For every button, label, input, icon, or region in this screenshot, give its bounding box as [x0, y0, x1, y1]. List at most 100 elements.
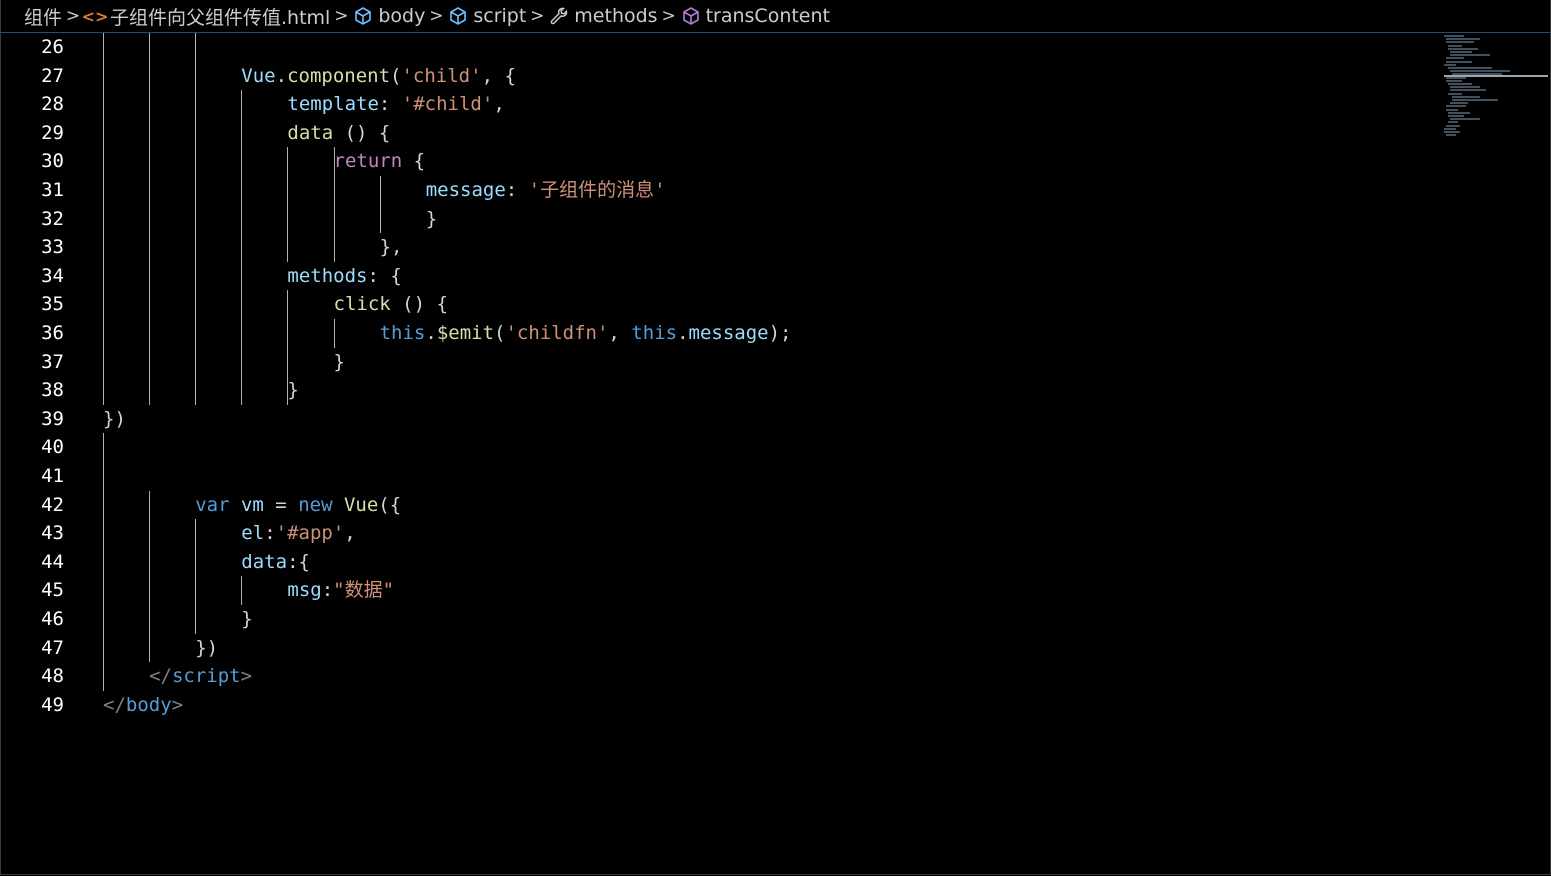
breadcrumb-label: 组件	[24, 6, 63, 29]
line-number: 42	[41, 493, 64, 516]
indent-guide	[287, 290, 289, 405]
code-line[interactable]: }	[287, 376, 298, 405]
code-token: click	[333, 293, 391, 316]
code-token: return	[333, 150, 403, 173]
breadcrumb-item[interactable]: body	[352, 5, 425, 27]
code-line[interactable]: message: '子组件的消息'	[426, 176, 666, 205]
breadcrumb-item[interactable]: transContent	[680, 5, 830, 27]
minimap-line	[1450, 89, 1486, 92]
minimap-line	[1448, 92, 1462, 95]
line-number: 38	[41, 379, 64, 402]
minimap-line	[1446, 41, 1474, 44]
code-token: );	[768, 322, 792, 344]
code-token: </	[149, 665, 172, 688]
code-token: template	[287, 93, 379, 116]
breadcrumb-label: methods	[574, 5, 658, 27]
minimap[interactable]	[1440, 33, 1551, 153]
minimap-line	[1446, 105, 1466, 108]
chevron-right-icon: >	[429, 6, 444, 26]
minimap-line	[1446, 76, 1466, 79]
line-number: 27	[41, 64, 64, 87]
code-line[interactable]: return {	[334, 147, 426, 176]
breadcrumb-item[interactable]: <> 子组件向父组件传值.html	[82, 3, 331, 30]
line-number: 39	[41, 407, 64, 430]
indent-guide	[103, 33, 104, 405]
code-line[interactable]: }	[426, 205, 437, 234]
minimap-line	[1450, 86, 1480, 89]
code-token: 'childfn'	[505, 322, 609, 344]
code-token: }	[241, 608, 253, 630]
code-line[interactable]: methods: {	[287, 262, 401, 291]
minimap-line	[1452, 73, 1502, 76]
code-token: 'child'	[401, 64, 482, 87]
line-number: 44	[41, 550, 64, 573]
line-number: 47	[41, 636, 64, 659]
line-number: 49	[41, 693, 64, 716]
code-token: Vue	[343, 493, 379, 516]
code-token: '子组件的消息'	[528, 179, 666, 201]
code-line[interactable]: }	[334, 348, 345, 377]
minimap-line	[1446, 57, 1464, 60]
chevron-right-icon: >	[65, 6, 81, 26]
code-token: message	[425, 179, 506, 201]
indent-guide	[241, 90, 243, 405]
indent-guide	[103, 433, 104, 691]
breadcrumb-item[interactable]: 组件	[24, 3, 62, 30]
code-token: new	[298, 493, 333, 516]
code-line[interactable]: click () {	[334, 290, 448, 319]
chevron-right-icon: >	[334, 6, 349, 26]
code-token: >	[171, 693, 184, 716]
code-line[interactable]: msg:"数据"	[287, 576, 394, 605]
code-line[interactable]: Vue.component('child', {	[241, 62, 516, 91]
code-line[interactable]: })	[103, 405, 126, 434]
code-token: :	[264, 522, 276, 545]
minimap-line	[1450, 54, 1490, 57]
code-line[interactable]: </script>	[149, 662, 252, 691]
minimap-line	[1446, 60, 1472, 63]
code-line[interactable]: data:{	[241, 548, 310, 577]
code-line[interactable]: template: '#child',	[287, 90, 504, 119]
minimap-line	[1452, 95, 1480, 98]
breadcrumb-item[interactable]: methods	[548, 5, 658, 27]
code-token: () {	[390, 293, 448, 316]
indent-guide	[333, 147, 335, 262]
line-number: 34	[41, 264, 64, 287]
minimap-line	[1448, 47, 1478, 50]
code-token: '#child'	[401, 93, 494, 116]
code-line[interactable]: </body>	[103, 691, 183, 720]
code-token: (	[494, 322, 506, 344]
code-token: }	[425, 207, 438, 230]
code-token: msg	[287, 579, 322, 602]
code-editor[interactable]: 26 27 Vue.component('child', {28 template: …	[0, 33, 1440, 876]
breadcrumb: 组件 > <> 子组件向父组件传值.html > body > script > methods >…	[0, 0, 1551, 33]
code-line[interactable]: data () {	[287, 119, 390, 148]
code-token: : {	[367, 264, 402, 287]
line-number: 35	[41, 293, 64, 316]
minimap-line	[1444, 131, 1460, 133]
indent-guide	[379, 176, 381, 234]
code-line[interactable]: })	[195, 634, 218, 663]
code-line[interactable]: var vm = new Vue({	[195, 491, 401, 520]
chevron-right-icon: >	[661, 6, 676, 26]
minimap-line	[1448, 83, 1472, 85]
minimap-line	[1448, 115, 1464, 117]
minimap-line	[1448, 67, 1492, 69]
code-line[interactable]: this.$emit('childfn', this.message);	[380, 319, 792, 348]
code-token: message	[688, 322, 769, 344]
breadcrumb-item[interactable]: script	[447, 5, 526, 27]
code-token: var	[195, 493, 230, 516]
code-line[interactable]: }	[241, 605, 252, 634]
code-token: this	[379, 322, 426, 344]
code-token: , {	[481, 64, 516, 87]
code-token: :	[505, 179, 529, 201]
minimap-line	[1444, 35, 1464, 37]
code-token: '#app'	[275, 522, 345, 545]
code-token: vm	[240, 493, 264, 516]
code-line[interactable]: },	[380, 233, 403, 262]
chevron-right-icon: >	[530, 6, 545, 26]
minimap-line	[1446, 124, 1460, 127]
line-number: 41	[41, 465, 64, 487]
code-line[interactable]: el:'#app',	[241, 519, 355, 548]
